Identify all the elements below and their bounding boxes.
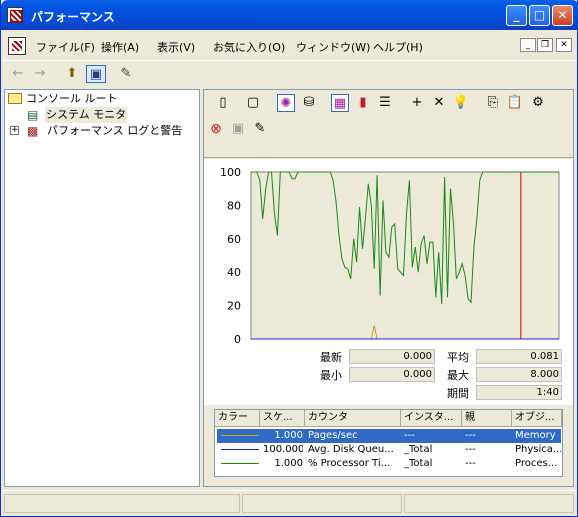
- current-activity-icon[interactable]: ✺: [277, 94, 295, 112]
- maximize-button[interactable]: □: [529, 5, 550, 26]
- mdi-minimize-button[interactable]: _: [520, 38, 536, 52]
- legend-row[interactable]: 1.000 Pages/sec --- --- Memory: [217, 429, 561, 443]
- menu-help[interactable]: ヘルプ(H): [373, 39, 423, 55]
- status-bar: [2, 490, 577, 515]
- min-label: 最小: [320, 369, 342, 382]
- properties-icon[interactable]: ✎: [116, 65, 136, 83]
- legend-cell-scale: 100.000: [263, 444, 303, 455]
- up-folder-icon[interactable]: ⬆: [62, 65, 82, 83]
- update-data-icon[interactable]: ▣: [229, 120, 247, 138]
- status-panel-2: [242, 494, 402, 513]
- legend-header-counter[interactable]: カウンタ: [305, 410, 401, 427]
- status-panel-1: [4, 494, 240, 513]
- tree-label-system-monitor: システム モニタ: [45, 107, 128, 123]
- system-monitor-pane: ▯ ▢ ✺ ⛁ ▦ ▮ ☰ + ✕ 💡 ⎘ 📋 ⚙ ⊗ ▣ ✎ 100 80 60 4…: [203, 89, 574, 487]
- application-window: パフォーマンス _ □ ✕ ファイル(F) 操作(A) 表示(V) お気に入り(…: [0, 0, 578, 517]
- minimize-button[interactable]: _: [506, 5, 527, 26]
- mdi-close-button[interactable]: ✕: [556, 38, 572, 52]
- expand-plus-icon[interactable]: +: [10, 126, 19, 135]
- new-counter-set-icon[interactable]: ▯: [214, 94, 232, 112]
- perf-log-icon: ▩: [27, 124, 39, 138]
- clear-display-icon[interactable]: ▢: [244, 94, 262, 112]
- copy-properties-icon[interactable]: ⎘: [484, 94, 502, 112]
- legend-cell-scale: 1.000: [274, 458, 303, 469]
- forward-arrow-icon[interactable]: →: [30, 65, 50, 83]
- average-value: 0.081: [476, 349, 562, 364]
- add-counter-icon[interactable]: +: [408, 94, 426, 112]
- legend-cell-counter: Avg. Disk Queu...: [308, 444, 394, 455]
- y-tick-label: 0: [234, 333, 241, 346]
- y-tick-label: 100: [220, 166, 241, 179]
- counter-legend: カラー スケ... カウンタ インスタ... 親 オブジ... 1.000 Pag…: [214, 409, 563, 477]
- back-arrow-icon[interactable]: ←: [8, 65, 28, 83]
- y-tick-label: 40: [227, 266, 241, 279]
- period-value: 1:40: [476, 385, 562, 400]
- legend-cell-parent: ---: [465, 430, 476, 441]
- latest-value: 0.000: [349, 349, 435, 364]
- menu-favorites[interactable]: お気に入り(O): [213, 39, 285, 55]
- menu-file[interactable]: ファイル(F): [36, 39, 95, 55]
- mdi-window-icon[interactable]: [8, 37, 26, 55]
- paste-counter-list-icon[interactable]: 📋: [506, 94, 524, 112]
- mdi-restore-button[interactable]: ❐: [537, 38, 553, 52]
- legend-cell-parent: ---: [465, 458, 476, 469]
- menu-action[interactable]: 操作(A): [101, 39, 139, 55]
- latest-label: 最新: [320, 351, 342, 364]
- monitor-icon: ▤: [27, 108, 39, 122]
- menu-view[interactable]: 表示(V): [157, 39, 195, 55]
- window-title: パフォーマンス: [31, 10, 115, 24]
- legend-header-parent[interactable]: 親: [462, 410, 512, 427]
- legend-color-swatch: [221, 435, 259, 436]
- y-tick-label: 80: [227, 199, 241, 212]
- legend-header-instance[interactable]: インスタ...: [401, 410, 462, 427]
- legend-cell-instance: _Total: [404, 444, 433, 455]
- legend-cell-object: Physica...: [515, 444, 561, 455]
- legend-color-swatch: [221, 449, 259, 450]
- legend-row[interactable]: 100.000 Avg. Disk Queu... _Total --- Physica…: [217, 443, 561, 457]
- menu-window[interactable]: ウィンドウ(W): [296, 39, 370, 55]
- legend-header-scale[interactable]: スケ...: [260, 410, 305, 427]
- performance-chart: 100 80 60 40 20 0 最新 0.000 平均 0.081 最小 0.000 …: [204, 159, 573, 405]
- legend-row[interactable]: 1.000 % Processor Ti... _Total --- Proces...: [217, 457, 561, 471]
- status-panel-3: [404, 494, 574, 513]
- tree-label-perf-logs: パフォーマンス ログと警告: [47, 124, 183, 137]
- plot-area: [250, 171, 560, 340]
- histogram-view-icon[interactable]: ▮: [354, 94, 372, 112]
- y-tick-label: 60: [227, 233, 241, 246]
- highlight-icon[interactable]: 💡: [452, 94, 470, 112]
- period-label: 期間: [447, 387, 469, 400]
- menu-bar: ファイル(F) 操作(A) 表示(V) お気に入り(O) ウィンドウ(W) ヘル…: [2, 34, 577, 58]
- max-value: 8.000: [476, 367, 562, 382]
- legend-cell-object: Memory: [515, 430, 556, 441]
- legend-cell-instance: _Total: [404, 458, 433, 469]
- report-view-icon[interactable]: ☰: [376, 94, 394, 112]
- legend-header-color[interactable]: カラー: [215, 410, 260, 427]
- folder-icon: [8, 93, 22, 104]
- min-value: 0.000: [349, 367, 435, 382]
- main-toolbar: ← → ⬆ ▣ ✎: [2, 60, 577, 86]
- close-button[interactable]: ✕: [552, 5, 573, 26]
- title-bar[interactable]: パフォーマンス _ □ ✕: [1, 0, 578, 30]
- legend-color-swatch: [221, 463, 259, 464]
- help-icon[interactable]: ✎: [251, 120, 269, 138]
- show-hide-tree-icon[interactable]: ▣: [86, 65, 106, 83]
- properties-icon[interactable]: ⚙: [529, 94, 547, 112]
- log-data-icon[interactable]: ⛁: [300, 94, 318, 112]
- console-tree: コンソール ルート ▤ システム モニタ + ▩ パフォーマンス ログと警告: [4, 89, 200, 487]
- legend-cell-instance: ---: [404, 430, 415, 441]
- delete-counter-icon[interactable]: ✕: [430, 94, 448, 112]
- app-icon[interactable]: [7, 7, 23, 23]
- tree-label-root: コンソール ルート: [26, 92, 118, 105]
- legend-cell-counter: Pages/sec: [308, 430, 358, 441]
- freeze-display-icon[interactable]: ⊗: [207, 120, 225, 138]
- y-tick-label: 20: [227, 300, 241, 313]
- legend-cell-scale: 1.000: [274, 430, 303, 441]
- max-label: 最大: [447, 369, 469, 382]
- legend-cell-object: Proces...: [515, 458, 558, 469]
- legend-header-object[interactable]: オブジ...: [512, 410, 562, 427]
- legend-cell-parent: ---: [465, 444, 476, 455]
- legend-cell-counter: % Processor Ti...: [308, 458, 391, 469]
- graph-view-icon[interactable]: ▦: [331, 94, 349, 112]
- average-label: 平均: [447, 351, 469, 364]
